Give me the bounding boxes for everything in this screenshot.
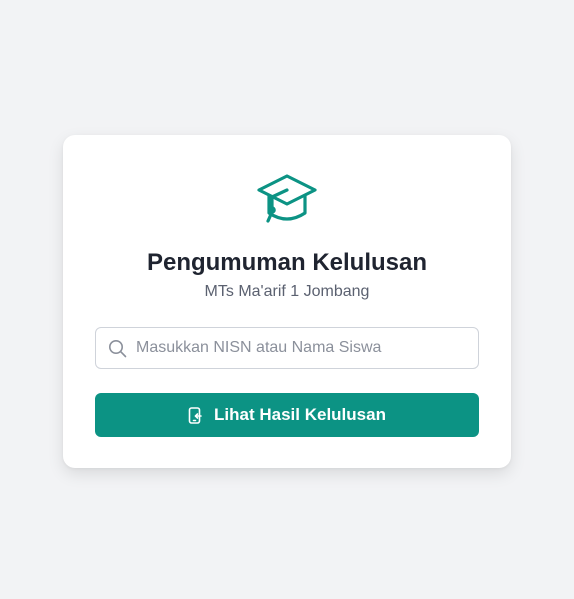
page-title: Pengumuman Kelulusan — [146, 249, 428, 276]
announcement-card: Pengumuman Kelulusan MTs Ma'arif 1 Jomba… — [63, 135, 511, 468]
view-results-label: Lihat Hasil Kelulusan — [214, 405, 386, 424]
school-name: MTs Ma'arif 1 Jombang — [204, 283, 370, 300]
search-icon — [109, 340, 127, 358]
search-field[interactable] — [95, 327, 479, 369]
view-results-button[interactable]: Lihat Hasil Kelulusan — [95, 393, 479, 437]
phone-arrow-icon — [188, 406, 202, 424]
search-input[interactable] — [136, 328, 466, 368]
graduation-cap-icon — [257, 174, 317, 223]
